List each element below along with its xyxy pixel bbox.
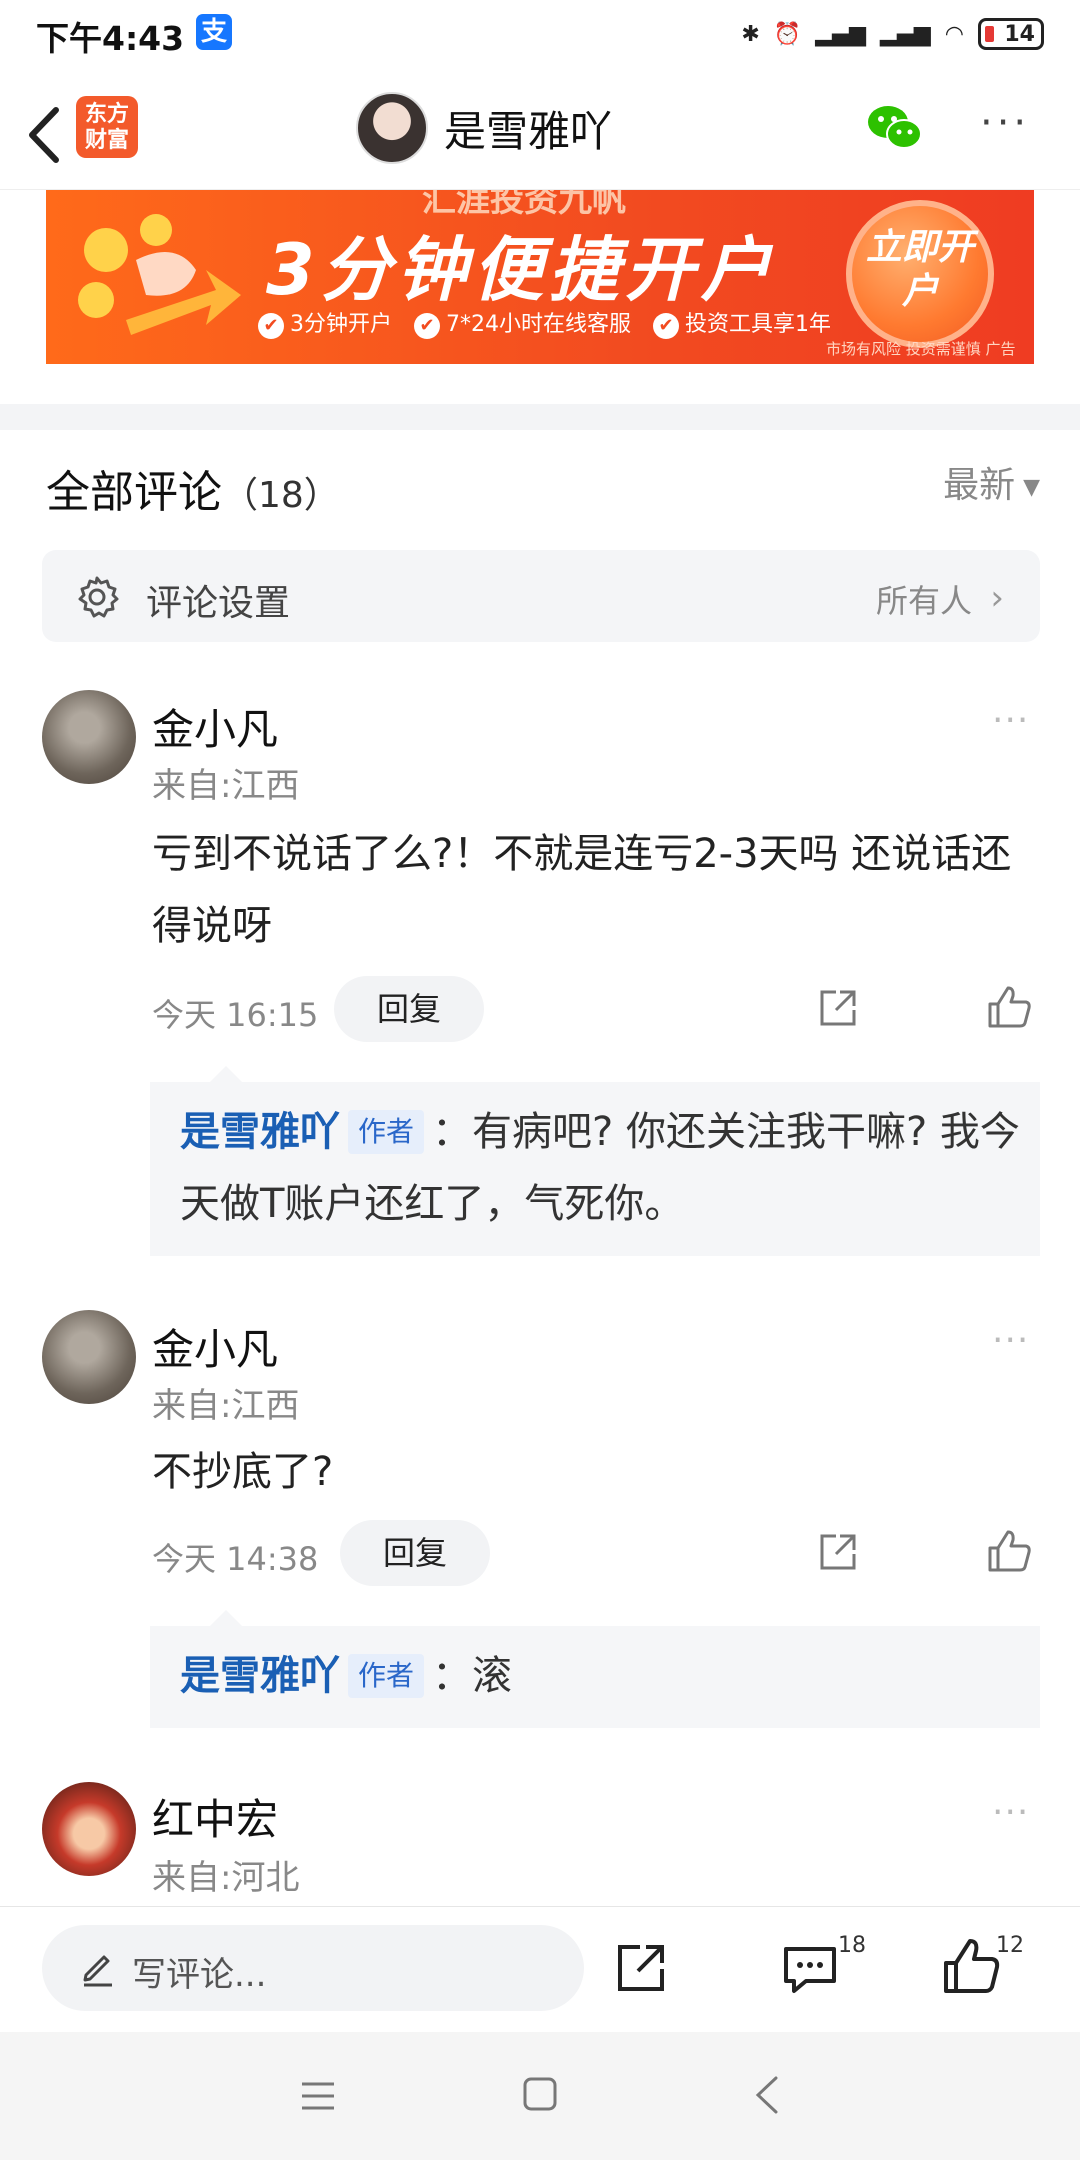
like-count-badge: 12 xyxy=(996,1933,1024,1958)
alipay-icon: 支 xyxy=(196,14,232,50)
wechat-icon[interactable] xyxy=(864,100,924,154)
author-reply: 是雪雅吖 作者 ：有病吧? 你还关注我干嘛? 我今天做T账户还红了，气死你。 xyxy=(150,1066,1040,1256)
coin-hand-icon xyxy=(78,214,241,335)
reply-text: 是雪雅吖 作者 ：有病吧? 你还关注我干嘛? 我今天做T账户还红了，气死你。 xyxy=(180,1109,1020,1227)
comment-time: 今天 16:15 xyxy=(152,996,319,1034)
ad-risk-notice: 市场有风险 投资需谨慎 广告 xyxy=(826,340,1016,358)
signal-icon-2: ▂▄▆ xyxy=(880,21,931,47)
status-bar: 下午4:43 支 ✱ ⏰ ▂▄▆ ▂▄▆ ◠ 14 xyxy=(0,0,1080,70)
more-options-icon[interactable]: ··· xyxy=(992,700,1029,741)
settings-value: 所有人 xyxy=(875,582,972,620)
menu-icon[interactable] xyxy=(298,2078,338,2114)
battery-icon: 14 xyxy=(978,18,1044,50)
thumbs-up-icon[interactable] xyxy=(986,984,1032,1030)
system-nav-bar xyxy=(0,2032,1080,2160)
more-options-icon[interactable]: ··· xyxy=(992,1792,1029,1833)
comment-location: 来自:河北 xyxy=(152,1858,300,1898)
ad-features: 3分钟开户 7*24小时在线客服 投资工具享1年 xyxy=(258,306,831,339)
caret-down-icon: ▼ xyxy=(1023,474,1040,500)
top-nav: 东方财富 是雪雅吖 ··· xyxy=(0,78,1080,190)
comment-location: 来自:江西 xyxy=(152,766,300,806)
comment-location: 来自:江西 xyxy=(152,1386,300,1426)
share-icon[interactable] xyxy=(816,986,860,1030)
reply-button[interactable]: 回复 xyxy=(334,976,484,1042)
comment-author[interactable]: 金小凡 xyxy=(152,1316,278,1377)
comment-text: 不抄底了? xyxy=(152,1449,334,1495)
avatar[interactable] xyxy=(42,1310,136,1404)
comments-title: 全部评论（18） xyxy=(46,467,340,518)
comment-settings-row[interactable]: 评论设置 所有人 › xyxy=(42,550,1040,642)
back-arrow-icon[interactable] xyxy=(22,100,72,170)
avatar[interactable] xyxy=(42,1782,136,1876)
author-reply: 是雪雅吖 作者 ：滚 xyxy=(150,1610,1040,1728)
write-comment-input[interactable]: 写评论... xyxy=(42,1925,584,2011)
page-title[interactable]: 是雪雅吖 xyxy=(444,98,612,159)
ad-feature: 投资工具享1年 xyxy=(653,306,831,339)
write-comment-placeholder: 写评论... xyxy=(132,1955,267,1995)
ad-feature: 7*24小时在线客服 xyxy=(414,306,631,339)
signal-icon: ▂▄▆ xyxy=(815,21,867,47)
comment-count-badge: 18 xyxy=(838,1933,866,1958)
sort-dropdown[interactable]: 最新 ▼ xyxy=(943,456,1040,508)
reply-button[interactable]: 回复 xyxy=(340,1520,490,1586)
status-icons: ✱ ⏰ ▂▄▆ ▂▄▆ ◠ 14 xyxy=(741,14,1044,54)
settings-label: 评论设置 xyxy=(146,583,291,624)
comment-icon[interactable] xyxy=(780,1943,840,1997)
reply-text: 是雪雅吖 作者 ：滚 xyxy=(180,1653,513,1699)
pencil-icon xyxy=(83,1955,112,1987)
alarm-icon: ⏰ xyxy=(773,21,802,47)
home-icon[interactable] xyxy=(522,2076,558,2112)
more-options-icon[interactable]: ··· xyxy=(992,1320,1029,1361)
reply-author[interactable]: 是雪雅吖 xyxy=(180,1109,340,1155)
comment-author[interactable]: 红中宏 xyxy=(152,1786,278,1847)
comment-time: 今天 14:38 xyxy=(152,1540,319,1578)
author-tag: 作者 xyxy=(348,1654,425,1698)
thumbs-up-icon[interactable] xyxy=(986,1528,1032,1574)
ad-feature: 3分钟开户 xyxy=(258,306,392,339)
app-logo[interactable]: 东方财富 xyxy=(76,96,138,158)
ad-open-account-button[interactable]: 立即开户 xyxy=(846,200,994,348)
reply-author[interactable]: 是雪雅吖 xyxy=(180,1653,340,1699)
avatar[interactable] xyxy=(42,690,136,784)
comments-count: （18） xyxy=(222,475,340,516)
gear-icon xyxy=(78,576,119,618)
ad-headline: 3分钟便捷开户 xyxy=(266,229,777,311)
chevron-right-icon: › xyxy=(990,578,1004,618)
status-time: 下午4:43 xyxy=(36,19,185,58)
more-options-icon[interactable]: ··· xyxy=(980,103,1034,148)
bottom-action-bar: 写评论... 18 12 xyxy=(0,1906,1080,2032)
back-icon[interactable] xyxy=(752,2074,782,2116)
author-tag: 作者 xyxy=(348,1110,425,1154)
share-icon[interactable] xyxy=(816,1530,860,1574)
comment-text: 亏到不说话了么?！不就是连亏2-3天吗 还说话还得说呀 xyxy=(152,831,1012,949)
thumbs-up-icon[interactable] xyxy=(942,1937,1000,1995)
ad-banner[interactable]: 汇涯投资九帆 3分钟便捷开户 3分钟开户 7*24小时在线客服 投资工具享1年 … xyxy=(46,190,1034,364)
wifi-icon: ◠ xyxy=(944,21,964,47)
bluetooth-icon: ✱ xyxy=(741,21,760,47)
comment-author[interactable]: 金小凡 xyxy=(152,696,278,757)
share-icon[interactable] xyxy=(614,1939,670,1995)
section-divider xyxy=(0,404,1080,430)
avatar[interactable] xyxy=(356,92,428,164)
